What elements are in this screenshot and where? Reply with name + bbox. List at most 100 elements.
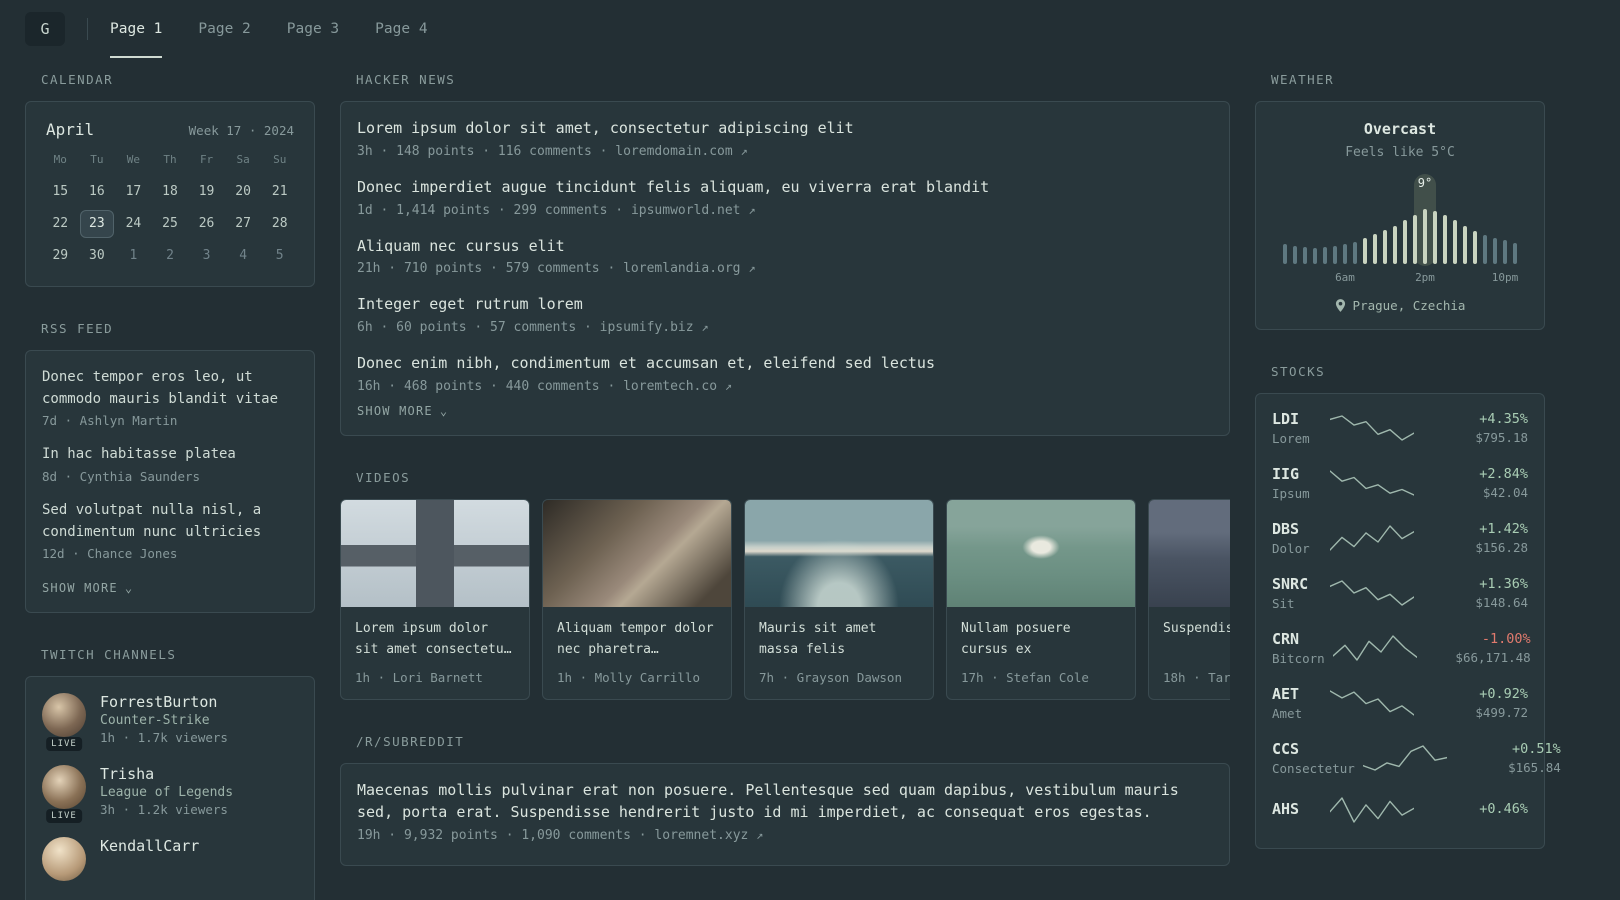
rss-item: In hac habitasse platea 8d · Cynthia Sau…: [42, 444, 298, 484]
twitch-channel-name[interactable]: KendallCarr: [100, 837, 199, 855]
twitch-channel-row[interactable]: KendallCarr: [42, 837, 298, 882]
hn-item-title[interactable]: Lorem ipsum dolor sit amet, consectetur …: [357, 118, 1213, 140]
calendar-day-next-month: 3: [202, 248, 211, 263]
stock-sparkline: [1362, 743, 1447, 773]
stock-row[interactable]: AET Amet +0.92% $499.72: [1272, 685, 1528, 721]
hn-item-domain[interactable]: loremdomain.com: [615, 144, 732, 159]
stock-price: $148.64: [1475, 595, 1528, 610]
twitch-channel-game: League of Legends: [100, 785, 234, 801]
video-title[interactable]: Nullam posuere cursus ex: [961, 619, 1121, 661]
reddit-post: Maecenas mollis pulvinar erat non posuer…: [357, 780, 1213, 843]
rss-show-more-button[interactable]: SHOW MORE ⌄: [42, 581, 133, 595]
twitch-channel-name[interactable]: ForrestBurton: [100, 693, 228, 711]
avatar: [42, 765, 86, 810]
hn-item-domain[interactable]: ipsumworld.net: [631, 203, 741, 218]
video-thumbnail: [1149, 499, 1230, 607]
video-card[interactable]: Aliquam tempor dolor nec pharetra… 1h · …: [542, 498, 732, 701]
rss-item-title[interactable]: Donec tempor eros leo, ut commodo mauris…: [42, 367, 298, 410]
calendar-widget: CALENDAR April Week 17 · 2024 Mo Tu We T…: [25, 72, 315, 287]
weather-current-temp: 9°: [1417, 176, 1433, 190]
external-link-icon: ↗: [740, 143, 748, 158]
stocks-card: LDI Lorem +4.35% $795.18 IIG Ipsum +2.84…: [1255, 393, 1561, 849]
chevron-down-icon: ⌄: [124, 581, 134, 596]
stock-row[interactable]: DBS Dolor +1.42% $156.28: [1272, 520, 1528, 556]
hn-item-meta: 21h · 710 points · 579 comments ·: [357, 261, 624, 277]
stock-change: +2.84%: [1479, 466, 1528, 482]
rss-item-meta: 7d · Ashlyn Martin: [42, 413, 178, 429]
stock-row[interactable]: LDI Lorem +4.35% $795.18: [1272, 410, 1528, 446]
calendar-day: 21: [271, 184, 288, 199]
dashboard-columns: CALENDAR April Week 17 · 2024 Mo Tu We T…: [0, 58, 1620, 900]
calendar-grid: Mo Tu We Th Fr Sa Su 15 16 17 18 19 20 2…: [42, 153, 298, 270]
twitch-channel-meta: 3h · 1.2k viewers: [100, 802, 228, 818]
reddit-post-title[interactable]: Maecenas mollis pulvinar erat non posuer…: [357, 780, 1213, 824]
hn-item-domain[interactable]: loremtech.co: [623, 379, 717, 394]
calendar-dow: Fr: [199, 153, 214, 166]
weather-chart: 9° 6am 2pm 10pm: [1276, 174, 1524, 284]
stock-name: Lorem: [1272, 431, 1310, 446]
video-meta: 18h · Tara: [1163, 670, 1230, 686]
tab-page-1[interactable]: Page 1: [110, 0, 163, 58]
avatar: [42, 837, 86, 882]
stock-name: Consectetur: [1272, 761, 1355, 776]
hn-item-title[interactable]: Integer eget rutrum lorem: [357, 294, 1213, 316]
videos-row: Lorem ipsum dolor sit amet consectetu… 1…: [340, 498, 1230, 701]
stock-symbol: CCS: [1272, 740, 1300, 758]
stock-sparkline: [1330, 413, 1414, 443]
calendar-day: 20: [235, 184, 251, 199]
video-title[interactable]: Lorem ipsum dolor sit amet consectetu…: [355, 619, 515, 661]
weather-time-label: 10pm: [1491, 271, 1519, 284]
rss-item-meta: 8d · Cynthia Saunders: [42, 469, 201, 485]
calendar-day: 22: [52, 216, 69, 231]
twitch-channel-row[interactable]: LIVE Trisha League of Legends 3h · 1.2k …: [42, 765, 298, 824]
hn-item: Integer eget rutrum lorem 6h · 60 points…: [357, 294, 1213, 335]
rss-item-title[interactable]: Sed volutpat nulla nisl, a condimentum n…: [42, 500, 298, 543]
rss-section-title: RSS FEED: [41, 321, 114, 336]
tab-page-2[interactable]: Page 2: [198, 0, 250, 58]
tab-page-4[interactable]: Page 4: [375, 0, 427, 58]
app-logo[interactable]: G: [25, 12, 65, 46]
stock-symbol: SNRC: [1272, 575, 1309, 593]
stock-row[interactable]: IIG Ipsum +2.84% $42.04: [1272, 465, 1528, 501]
stock-price: $156.28: [1475, 540, 1528, 555]
stock-change: +0.51%: [1512, 741, 1561, 757]
stock-row[interactable]: CRN Bitcorn -1.00% $66,171.48: [1272, 630, 1531, 666]
hackernews-show-more-button[interactable]: SHOW MORE ⌄: [357, 404, 448, 418]
stock-row[interactable]: SNRC Sit +1.36% $148.64: [1272, 575, 1528, 611]
hn-item-meta: 6h · 60 points · 57 comments ·: [357, 320, 600, 335]
rss-item-title[interactable]: In hac habitasse platea: [42, 444, 298, 466]
video-card[interactable]: Nullam posuere cursus ex 17h · Stefan Co…: [946, 498, 1136, 701]
video-title[interactable]: Mauris sit amet massa felis: [759, 619, 919, 661]
calendar-day: 27: [235, 216, 251, 231]
video-meta: 7h · Grayson Dawson: [759, 670, 902, 686]
stock-row[interactable]: CCS Consectetur +0.51% $165.84: [1272, 740, 1561, 776]
right-column: WEATHER Overcast Feels like 5°C 9° 6am 2…: [1255, 72, 1561, 883]
hn-item-title[interactable]: Donec enim nibh, condimentum et accumsan…: [357, 353, 1213, 375]
video-card[interactable]: Mauris sit amet massa felis 7h · Grayson…: [744, 498, 934, 701]
twitch-section-title: TWITCH CHANNELS: [41, 647, 177, 663]
videos-section-title: VIDEOS: [356, 469, 411, 485]
hn-item-title[interactable]: Donec imperdiet augue tincidunt felis al…: [357, 177, 1213, 199]
external-link-icon: ↗: [756, 827, 764, 842]
video-thumbnail: [947, 499, 1135, 607]
twitch-channel-row[interactable]: LIVE ForrestBurton Counter-Strike 1h · 1…: [42, 693, 298, 752]
page-tabs: Page 1 Page 2 Page 3 Page 4: [110, 0, 428, 58]
hn-item-domain[interactable]: loremlandia.org: [623, 261, 740, 276]
video-title[interactable]: Aliquam tempor dolor nec pharetra…: [557, 619, 717, 661]
video-title[interactable]: Suspendisse diam: [1163, 619, 1230, 640]
hn-item-meta: 16h · 468 points · 440 comments ·: [357, 378, 624, 394]
hn-item-title[interactable]: Aliquam nec cursus elit: [357, 236, 1213, 258]
stock-price: $795.18: [1475, 430, 1528, 445]
stock-change: +0.46%: [1479, 800, 1528, 817]
video-thumbnail: [341, 499, 529, 607]
videos-widget: VIDEOS Lorem ipsum dolor sit amet consec…: [340, 470, 1230, 701]
hn-item-domain[interactable]: ipsumify.biz: [600, 320, 694, 335]
video-card[interactable]: Lorem ipsum dolor sit amet consectetu… 1…: [340, 498, 530, 701]
stock-sparkline: [1330, 795, 1414, 825]
external-link-icon: ↗: [701, 320, 709, 334]
reddit-post-domain[interactable]: loremnet.xyz: [654, 828, 748, 843]
twitch-channel-name[interactable]: Trisha: [100, 765, 233, 783]
stock-row[interactable]: AHS +0.46%: [1272, 795, 1528, 825]
video-card[interactable]: Suspendisse diam 18h · Tara: [1148, 498, 1230, 701]
tab-page-3[interactable]: Page 3: [287, 0, 339, 58]
